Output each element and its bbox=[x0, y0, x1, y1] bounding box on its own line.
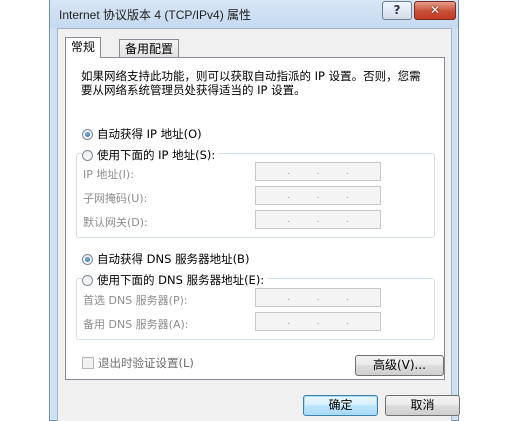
subnet-mask-field[interactable]: ... bbox=[255, 186, 381, 205]
radio-unselected-icon bbox=[82, 274, 93, 286]
ip-address-group: IP 地址(I): ... 子网掩码(U): ... 默认网关(D): ... bbox=[76, 153, 435, 238]
checkbox-unchecked-icon bbox=[82, 357, 94, 369]
help-button[interactable]: ? bbox=[382, 1, 412, 20]
default-gateway-label: 默认网关(D): bbox=[83, 216, 148, 229]
radio-selected-icon bbox=[82, 128, 93, 140]
radio-manual-ip-label: 使用下面的 IP 地址(S): bbox=[97, 148, 216, 162]
validate-on-exit-label: 退出时验证设置(L) bbox=[98, 356, 194, 370]
close-icon: ✕ bbox=[429, 3, 441, 17]
radio-auto-ip[interactable]: 自动获得 IP 地址(O) bbox=[82, 126, 202, 142]
window-title: Internet 协议版本 4 (TCP/IPv4) 属性 bbox=[59, 8, 252, 22]
close-button[interactable]: ✕ bbox=[414, 1, 456, 20]
tab-alternate-config[interactable]: 备用配置 bbox=[119, 39, 180, 59]
radio-manual-ip[interactable]: 使用下面的 IP 地址(S): bbox=[82, 147, 219, 163]
default-gateway-field[interactable]: ... bbox=[255, 210, 381, 229]
radio-selected-icon bbox=[82, 253, 93, 265]
tab-general[interactable]: 常规 bbox=[65, 37, 102, 58]
radio-manual-dns-label: 使用下面的 DNS 服务器地址(E): bbox=[97, 273, 265, 287]
cancel-button[interactable]: 取消 bbox=[385, 395, 460, 416]
ip-address-field[interactable]: ... bbox=[255, 162, 381, 181]
advanced-button[interactable]: 高级(V)... bbox=[355, 355, 444, 376]
intro-text: 如果网络支持此功能，则可以获取自动指派的 IP 设置。否则，您需要从网络系统管理… bbox=[81, 69, 421, 97]
subnet-mask-label: 子网掩码(U): bbox=[83, 192, 148, 205]
radio-manual-dns[interactable]: 使用下面的 DNS 服务器地址(E): bbox=[82, 272, 268, 288]
radio-unselected-icon bbox=[82, 149, 93, 161]
help-icon: ? bbox=[393, 3, 401, 17]
general-tab-panel: 如果网络支持此功能，则可以获取自动指派的 IP 设置。否则，您需要从网络系统管理… bbox=[65, 57, 445, 380]
dialog-client-area: 常规 备用配置 如果网络支持此功能，则可以获取自动指派的 IP 设置。否则，您需… bbox=[57, 28, 460, 421]
radio-auto-dns-label: 自动获得 DNS 服务器地址(B) bbox=[97, 252, 250, 266]
preferred-dns-label: 首选 DNS 服务器(P): bbox=[83, 294, 188, 307]
alternate-dns-label: 备用 DNS 服务器(A): bbox=[83, 318, 189, 331]
alternate-dns-field[interactable]: ... bbox=[255, 312, 381, 331]
preferred-dns-field[interactable]: ... bbox=[255, 288, 381, 307]
title-bar[interactable]: Internet 协议版本 4 (TCP/IPv4) 属性 ? ✕ bbox=[50, 0, 458, 28]
radio-auto-ip-label: 自动获得 IP 地址(O) bbox=[97, 127, 202, 141]
tcpip-properties-dialog: Internet 协议版本 4 (TCP/IPv4) 属性 ? ✕ 常规 备用配… bbox=[49, 0, 460, 421]
validate-on-exit-checkbox[interactable]: 退出时验证设置(L) bbox=[82, 355, 194, 371]
ip-address-label: IP 地址(I): bbox=[83, 168, 134, 181]
radio-auto-dns[interactable]: 自动获得 DNS 服务器地址(B) bbox=[82, 251, 249, 267]
ok-button[interactable]: 确定 bbox=[303, 395, 378, 416]
